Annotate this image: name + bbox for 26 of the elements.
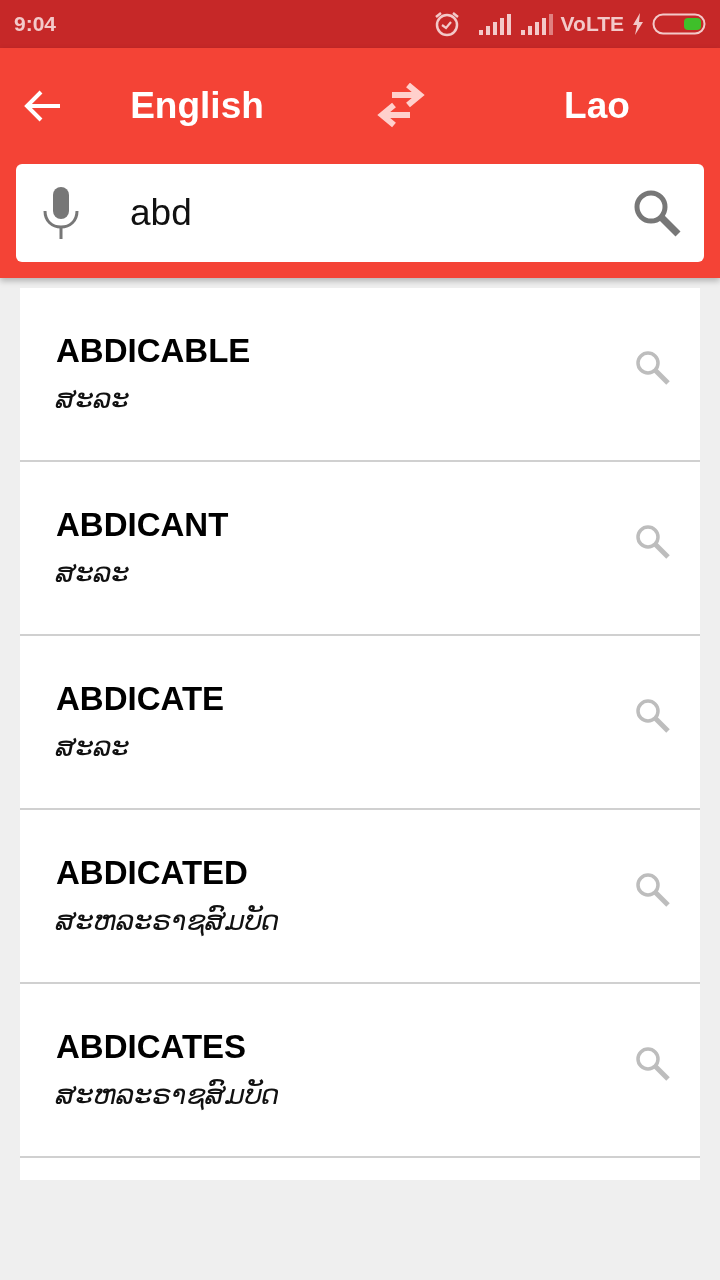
source-language[interactable]: English (130, 85, 264, 127)
search-field[interactable]: abd (16, 164, 704, 262)
target-language[interactable]: Lao (564, 85, 630, 127)
result-translation: ສະລະ (56, 728, 131, 765)
result-translation: ສະຫລະຣາຊສົມບັດ (56, 1076, 280, 1113)
signal-icon (518, 12, 553, 36)
search-icon[interactable] (634, 523, 670, 559)
result-translation: ສະຫລະຣາຊສົມບັດ (56, 902, 280, 939)
search-icon[interactable] (634, 697, 670, 733)
result-word: ABDICATES (56, 1027, 248, 1067)
network-label: VoLTE (560, 11, 624, 38)
result-word: ABDICABLE (56, 331, 251, 371)
result-word: ABDICATED (56, 853, 249, 893)
result-word: ABDICANT (56, 505, 229, 545)
result-word: ABDICATE (56, 679, 225, 719)
battery-icon (652, 12, 706, 36)
search-icon[interactable] (634, 1045, 670, 1081)
result-translation: ສະລະ (56, 554, 131, 591)
result-translation: ສະລະ (56, 380, 131, 417)
search-icon[interactable] (632, 188, 682, 238)
clock-time: 9:04 (14, 11, 57, 38)
charging-icon (632, 13, 644, 35)
signal-icon (476, 12, 511, 36)
back-button[interactable] (24, 89, 62, 123)
search-icon[interactable] (634, 871, 670, 907)
search-icon[interactable] (634, 349, 670, 385)
